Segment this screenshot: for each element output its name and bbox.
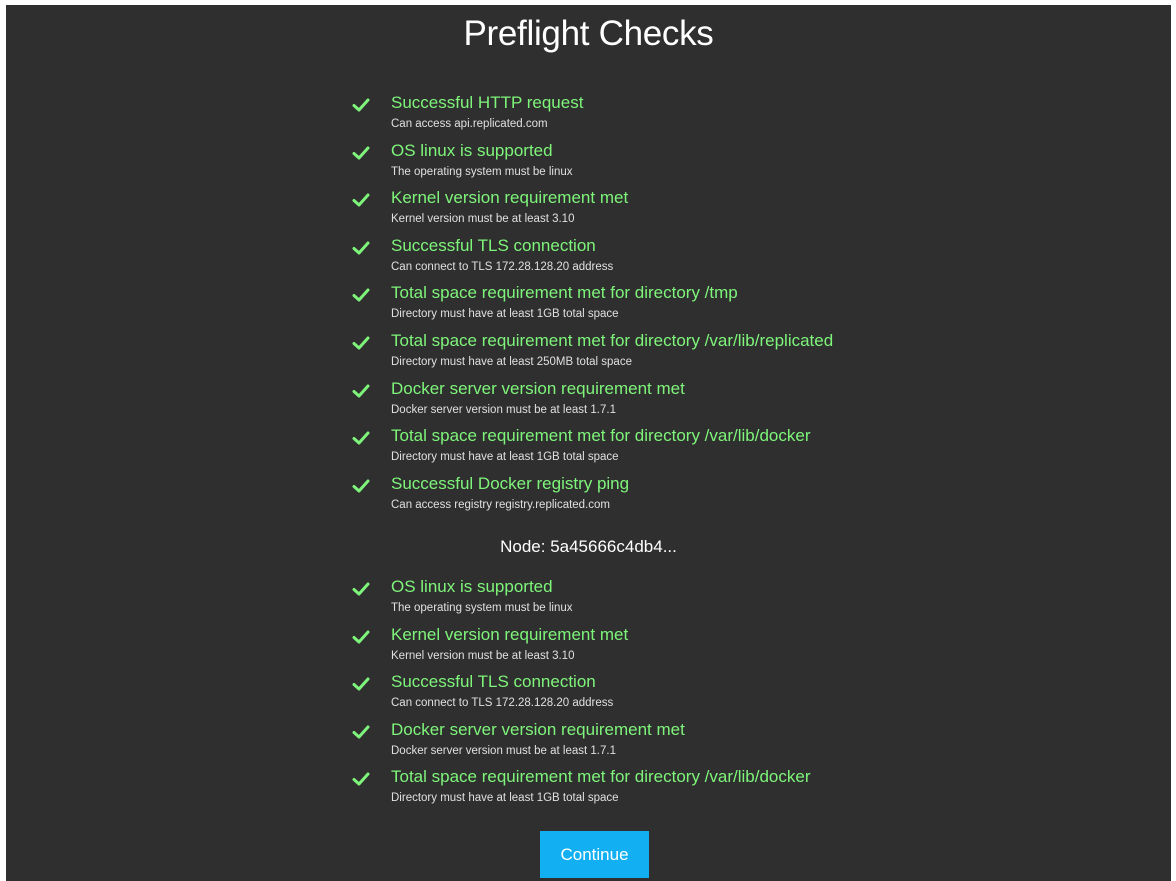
check-icon bbox=[352, 677, 370, 691]
check-icon bbox=[352, 725, 370, 739]
check-item: OS linux is supported The operating syst… bbox=[6, 139, 1171, 187]
check-label: Docker server version requirement met bbox=[391, 378, 685, 398]
check-item: Total space requirement met for director… bbox=[6, 765, 1171, 813]
check-label: Docker server version requirement met bbox=[391, 719, 685, 739]
check-label: Total space requirement met for director… bbox=[391, 767, 811, 787]
check-item: Docker server version requirement met Do… bbox=[6, 718, 1171, 766]
check-icon bbox=[352, 431, 370, 445]
check-label: Total space requirement met for director… bbox=[391, 426, 811, 446]
check-label: Successful Docker registry ping bbox=[391, 473, 630, 493]
check-item: Successful TLS connection Can connect to… bbox=[6, 670, 1171, 718]
check-item: Successful HTTP request Can access api.r… bbox=[6, 91, 1171, 139]
check-description: Docker server version must be at least 1… bbox=[391, 744, 616, 757]
check-label: Total space requirement met for director… bbox=[391, 330, 834, 350]
check-description: Can connect to TLS 172.28.128.20 address bbox=[391, 697, 614, 710]
check-label: Successful TLS connection bbox=[391, 672, 596, 692]
check-description: Docker server version must be at least 1… bbox=[391, 403, 616, 416]
continue-button[interactable]: Continue bbox=[540, 831, 649, 878]
check-description: Can access registry registry.replicated.… bbox=[391, 498, 610, 511]
check-icon bbox=[352, 479, 370, 493]
check-icon bbox=[352, 582, 370, 596]
node-heading: Node: 5a45666c4db4... bbox=[500, 537, 677, 556]
node-check-list: OS linux is supported The operating syst… bbox=[6, 575, 1171, 813]
check-description: The operating system must be linux bbox=[391, 165, 573, 178]
check-icon bbox=[352, 98, 370, 112]
check-description: The operating system must be linux bbox=[391, 602, 573, 614]
check-description: Directory must have at least 1GB total s… bbox=[391, 308, 619, 321]
check-icon bbox=[352, 241, 370, 255]
check-item: OS linux is supported The operating syst… bbox=[6, 575, 1171, 623]
check-label: Successful TLS connection bbox=[391, 235, 596, 255]
check-description: Directory must have at least 250MB total… bbox=[391, 355, 632, 368]
check-label: OS linux is supported bbox=[391, 140, 553, 160]
check-description: Directory must have at least 1GB total s… bbox=[391, 451, 619, 464]
check-item: Successful TLS connection Can connect to… bbox=[6, 234, 1171, 282]
check-description: Kernel version must be at least 3.10 bbox=[391, 649, 575, 662]
check-item: Successful Docker registry ping Can acce… bbox=[6, 472, 1171, 520]
check-item: Total space requirement met for director… bbox=[6, 281, 1171, 329]
check-icon bbox=[352, 772, 370, 786]
page-title: Preflight Checks bbox=[463, 14, 714, 53]
check-description: Directory must have at least 1GB total s… bbox=[391, 792, 619, 805]
check-item: Kernel version requirement met Kernel ve… bbox=[6, 186, 1171, 234]
check-icon bbox=[352, 146, 370, 160]
check-icon bbox=[352, 193, 370, 207]
check-item: Total space requirement met for director… bbox=[6, 424, 1171, 472]
check-description: Kernel version must be at least 3.10 bbox=[391, 213, 575, 226]
check-description: Can connect to TLS 172.28.128.20 address bbox=[391, 260, 614, 273]
check-icon bbox=[352, 630, 370, 644]
check-label: OS linux is supported bbox=[391, 577, 553, 596]
check-item: Docker server version requirement met Do… bbox=[6, 377, 1171, 425]
check-item: Total space requirement met for director… bbox=[6, 329, 1171, 377]
check-label: Successful HTTP request bbox=[391, 93, 584, 112]
check-label: Kernel version requirement met bbox=[391, 188, 629, 208]
check-description: Can access api.replicated.com bbox=[391, 118, 548, 130]
check-item: Kernel version requirement met Kernel ve… bbox=[6, 623, 1171, 671]
preflight-check-list: Successful HTTP request Can access api.r… bbox=[6, 91, 1171, 519]
check-icon bbox=[352, 336, 370, 350]
check-icon bbox=[352, 288, 370, 302]
preflight-panel: Preflight Checks Successful HTTP request… bbox=[6, 5, 1171, 881]
check-label: Kernel version requirement met bbox=[391, 624, 629, 644]
check-label: Total space requirement met for director… bbox=[391, 283, 738, 303]
check-icon bbox=[352, 384, 370, 398]
